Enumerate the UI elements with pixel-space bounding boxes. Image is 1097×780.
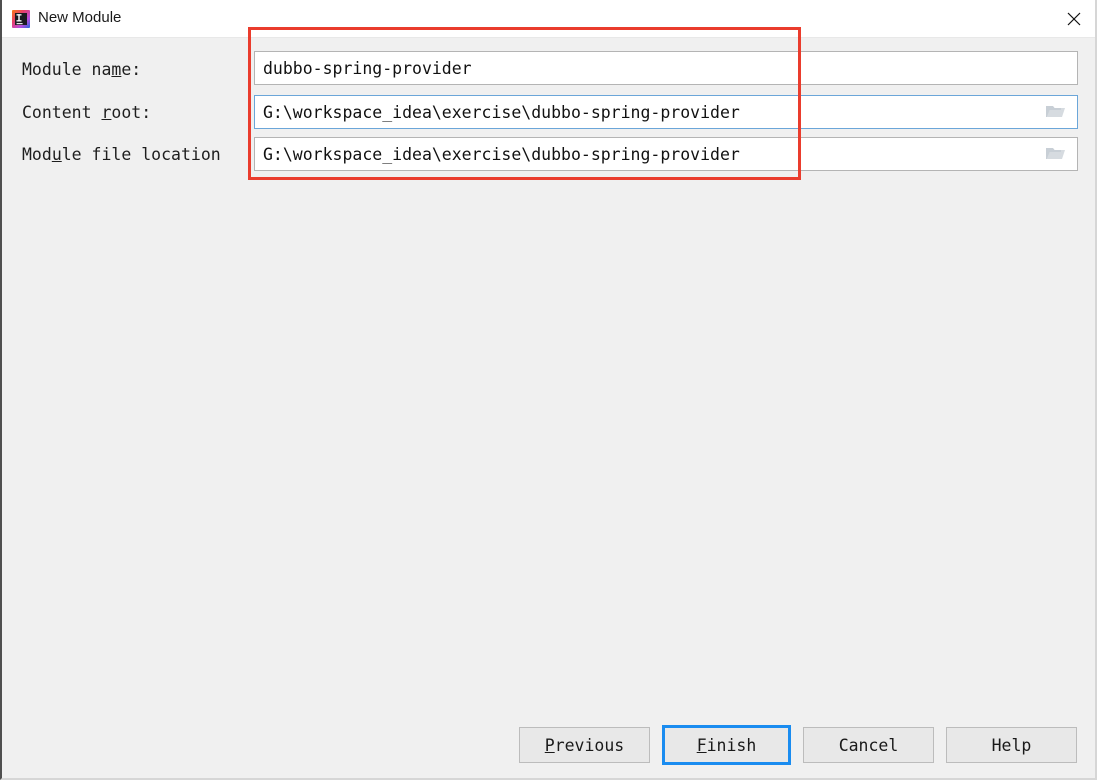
folder-icon[interactable] (1045, 145, 1067, 163)
finish-button[interactable]: Finish (662, 725, 791, 765)
label-module-name-mnemonic: m (111, 60, 122, 79)
label-module-name: Module name: (22, 60, 141, 79)
titlebar: New Module (2, 0, 1095, 38)
label-module-file-location-suffix: le file location (61, 145, 221, 164)
previous-button-label: revious (554, 735, 625, 755)
content-root-input-value: G:\workspace_idea\exercise\dubbo-spring-… (263, 102, 740, 122)
folder-icon[interactable] (1045, 103, 1067, 121)
help-button[interactable]: Help (946, 727, 1077, 763)
label-content-root-suffix: oot: (111, 103, 152, 122)
label-module-file-location: Module file location (22, 145, 221, 164)
label-module-name-suffix: e: (121, 60, 142, 79)
close-icon[interactable] (1050, 0, 1095, 37)
module-name-input-value: dubbo-spring-provider (263, 58, 472, 78)
help-button-label: Help (991, 735, 1032, 755)
previous-button-mnemonic: P (544, 735, 555, 755)
module-file-location-input-value: G:\workspace_idea\exercise\dubbo-spring-… (263, 144, 740, 164)
intellij-idea-icon (12, 10, 30, 28)
label-content-root-text: Content (22, 103, 102, 122)
label-content-root: Content root: (22, 103, 151, 122)
cancel-button[interactable]: Cancel (803, 727, 934, 763)
finish-button-label: inish (706, 735, 757, 755)
finish-button-mnemonic: F (696, 735, 707, 755)
label-module-file-location-text: Mod (22, 145, 52, 164)
content-root-input[interactable]: G:\workspace_idea\exercise\dubbo-spring-… (254, 95, 1078, 129)
previous-button[interactable]: Previous (519, 727, 650, 763)
label-module-file-location-mnemonic: u (51, 145, 62, 164)
new-module-dialog: New Module Module name: dubbo-spring-pro… (0, 0, 1097, 780)
form-area: Module name: dubbo-spring-provider Conte… (2, 27, 1095, 778)
window-title: New Module (38, 9, 122, 26)
cancel-button-label: Cancel (838, 735, 899, 755)
label-content-root-mnemonic: r (101, 103, 112, 122)
label-module-name-text: Module na (22, 60, 112, 79)
module-file-location-input[interactable]: G:\workspace_idea\exercise\dubbo-spring-… (254, 137, 1078, 171)
module-name-input[interactable]: dubbo-spring-provider (254, 51, 1078, 85)
